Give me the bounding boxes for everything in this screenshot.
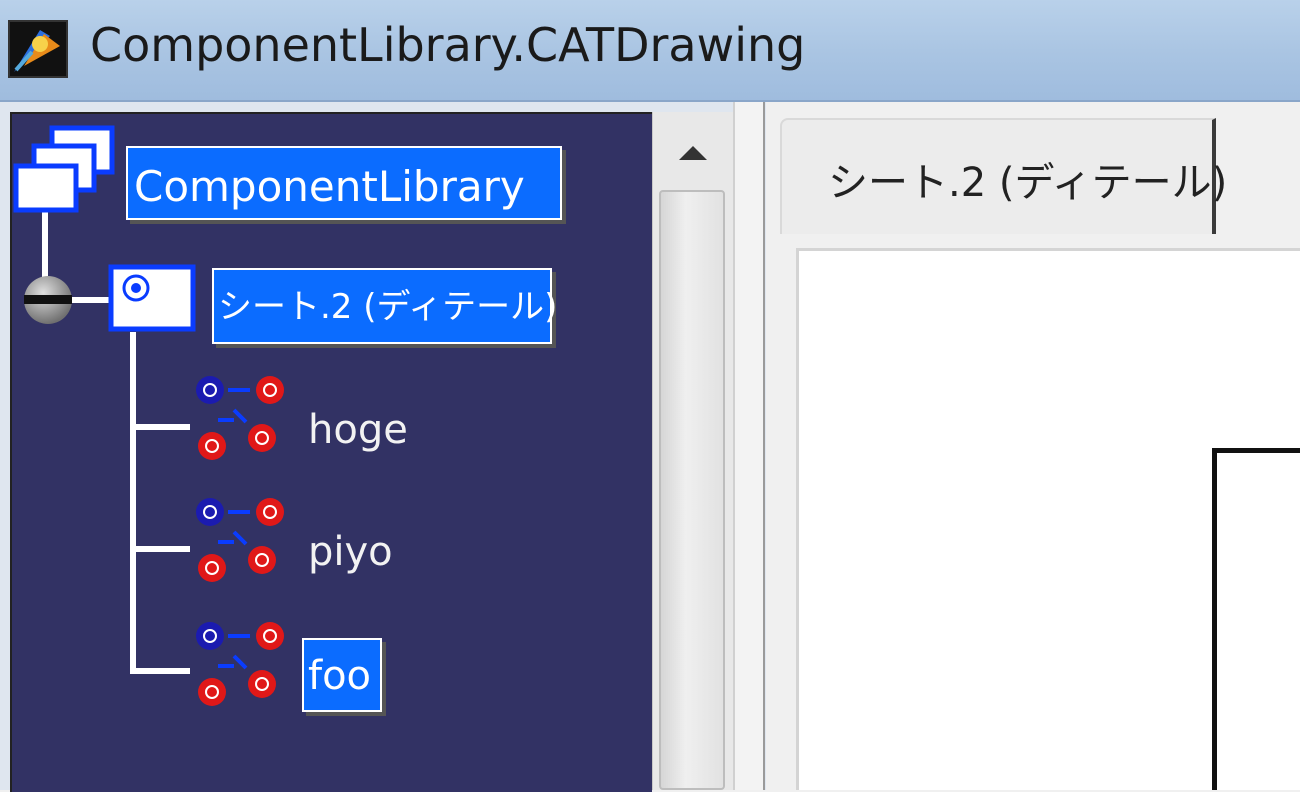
scrollbar-thumb[interactable] — [659, 190, 725, 790]
detail-view-icon — [196, 376, 284, 460]
documents-icon — [13, 125, 115, 213]
tree-node-label[interactable]: piyo — [308, 532, 393, 572]
detail-view-icon — [196, 622, 284, 706]
tree-line — [130, 546, 190, 552]
catia-icon[interactable] — [8, 20, 68, 78]
tab-label: シート.2 (ディテール) — [828, 160, 1228, 206]
title-bar: ComponentLibrary.CATDrawing — [0, 0, 1300, 102]
minus-node-icon[interactable] — [20, 274, 76, 326]
tree-line — [130, 668, 190, 674]
window-title: ComponentLibrary.CATDrawing — [90, 18, 806, 72]
drawing-frame-border — [1212, 448, 1300, 790]
tree-node-label[interactable]: シート.2 (ディテール) — [212, 268, 557, 344]
tree-node-label[interactable]: ComponentLibrary — [126, 146, 562, 220]
sheet-icon — [108, 264, 196, 332]
tree-line — [130, 424, 190, 430]
tree-node-label[interactable]: hoge — [308, 410, 408, 450]
scroll-up-arrow-icon[interactable] — [653, 112, 733, 182]
tab-sheet-2[interactable]: シート.2 (ディテール) — [780, 118, 1227, 234]
detail-view-icon — [196, 498, 284, 582]
tree-node-label[interactable]: foo — [302, 638, 382, 712]
pane-splitter[interactable] — [733, 102, 765, 790]
tree-scrollbar[interactable] — [652, 112, 733, 790]
tree-line — [70, 297, 110, 303]
tree-line — [130, 332, 136, 674]
